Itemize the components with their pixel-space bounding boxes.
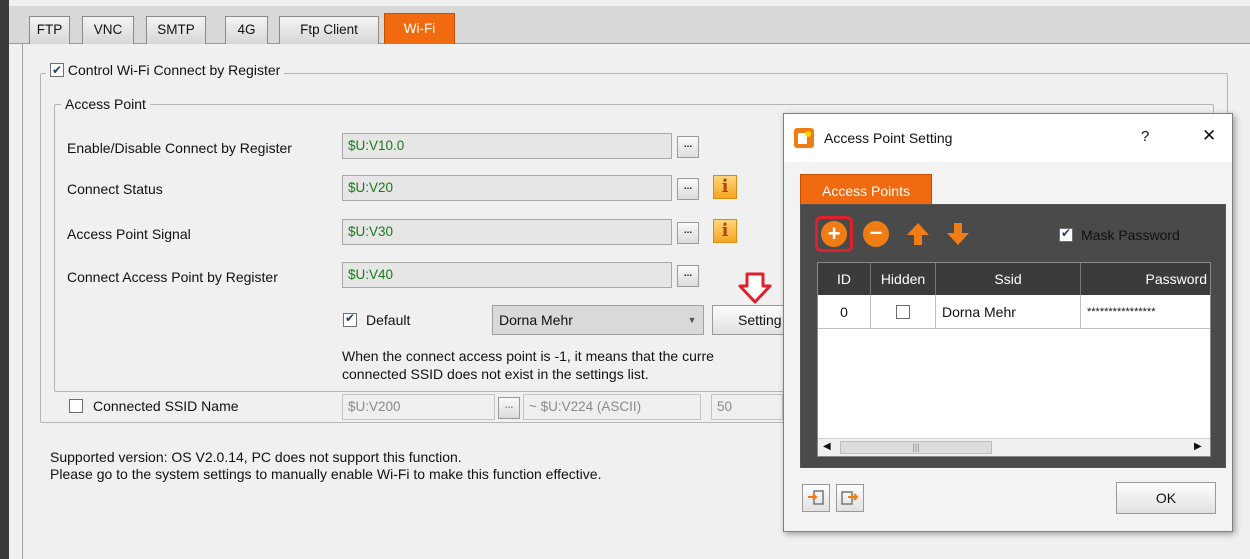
- connected-ssid-length[interactable]: 50: [711, 394, 783, 420]
- col-header-hidden[interactable]: Hidden: [871, 263, 936, 295]
- connect-status-field[interactable]: $U:V20: [342, 175, 672, 201]
- scroll-right-icon[interactable]: ▶: [1194, 441, 1202, 452]
- note-line-1: When the connect access point is -1, it …: [342, 348, 714, 364]
- default-label: Default: [366, 312, 411, 328]
- cell-ssid[interactable]: Dorna Mehr: [936, 295, 1081, 329]
- ok-button[interactable]: OK: [1116, 482, 1216, 514]
- tab-4g[interactable]: 4G: [225, 16, 268, 44]
- chevron-down-icon: ▼: [687, 315, 697, 325]
- move-down-icon[interactable]: [945, 221, 971, 247]
- import-icon: [808, 490, 824, 505]
- tab-access-points[interactable]: Access Points: [800, 174, 932, 204]
- default-checkbox[interactable]: [343, 311, 357, 327]
- access-points-table: ID Hidden Ssid Password 0 Dorna Mehr ***…: [817, 262, 1211, 457]
- import-button[interactable]: [802, 484, 830, 512]
- help-button[interactable]: ?: [1141, 128, 1149, 146]
- connected-ssid-field[interactable]: $U:V200: [342, 394, 495, 420]
- connect-status-label: Connect Status: [67, 181, 163, 197]
- access-point-signal-label: Access Point Signal: [67, 226, 191, 242]
- tab-smtp[interactable]: SMTP: [146, 16, 206, 44]
- export-icon: [841, 491, 859, 505]
- col-header-password[interactable]: Password: [1081, 263, 1210, 295]
- mask-password-label: Mask Password: [1081, 227, 1180, 243]
- connected-ssid-checkbox[interactable]: [69, 399, 83, 413]
- mask-password-checkbox[interactable]: [1059, 226, 1073, 242]
- enable-connect-browse-button[interactable]: ...: [677, 136, 699, 158]
- setting-button[interactable]: Setting: [712, 305, 784, 335]
- access-point-signal-info-icon[interactable]: i: [713, 219, 737, 243]
- connect-ap-register-browse-button[interactable]: ...: [677, 265, 699, 287]
- access-point-signal-browse-button[interactable]: ...: [677, 222, 699, 244]
- default-ap-select[interactable]: Dorna Mehr ▼: [492, 305, 704, 335]
- move-up-icon[interactable]: [905, 221, 931, 247]
- connect-status-info-icon[interactable]: i: [713, 175, 737, 199]
- enable-connect-field[interactable]: $U:V10.0: [342, 133, 672, 159]
- footer-line-2: Please go to the system settings to manu…: [50, 466, 602, 482]
- cell-hidden[interactable]: [871, 295, 936, 329]
- tab-wifi[interactable]: Wi-Fi: [384, 13, 455, 44]
- default-ap-select-value: Dorna Mehr: [499, 312, 573, 328]
- scroll-thumb[interactable]: |||: [840, 441, 992, 454]
- connect-ap-register-label: Connect Access Point by Register: [67, 269, 278, 285]
- connected-ssid-range: ~ $U:V224 (ASCII): [523, 394, 701, 420]
- connect-status-browse-button[interactable]: ...: [677, 178, 699, 200]
- access-points-panel: + – Mask Password ID Hidden Ssid Passwor…: [800, 204, 1226, 468]
- close-button[interactable]: ✕: [1202, 127, 1216, 145]
- access-point-legend: Access Point: [61, 95, 150, 113]
- export-button[interactable]: [836, 484, 864, 512]
- footer-line-1: Supported version: OS V2.0.14, PC does n…: [50, 449, 462, 465]
- dialog-title-bar: Access Point Setting ? ✕: [784, 114, 1232, 162]
- hidden-checkbox[interactable]: [896, 305, 910, 319]
- cell-id[interactable]: 0: [818, 295, 871, 329]
- access-point-signal-field[interactable]: $U:V30: [342, 219, 672, 245]
- add-icon[interactable]: +: [821, 221, 847, 247]
- tab-vnc[interactable]: VNC: [82, 16, 134, 44]
- connected-ssid-browse-button[interactable]: ...: [498, 397, 520, 419]
- arrow-down-indicator-icon: [738, 272, 772, 304]
- col-header-ssid[interactable]: Ssid: [936, 263, 1081, 295]
- enable-connect-label: Enable/Disable Connect by Register: [67, 140, 292, 156]
- access-point-setting-dialog: Access Point Setting ? ✕ Access Points +…: [783, 113, 1233, 532]
- cell-password[interactable]: ****************: [1081, 295, 1210, 329]
- tab-ftp[interactable]: FTP: [29, 16, 70, 44]
- col-header-id[interactable]: ID: [818, 263, 871, 295]
- scroll-left-icon[interactable]: ◀: [823, 441, 831, 452]
- note-line-2: connected SSID does not exist in the set…: [342, 366, 649, 382]
- app-icon: [794, 128, 814, 148]
- control-wifi-checkbox[interactable]: [50, 61, 64, 79]
- connected-ssid-label: Connected SSID Name: [93, 398, 239, 414]
- tab-ftp-client[interactable]: Ftp Client: [279, 16, 379, 44]
- control-wifi-label: Control Wi-Fi Connect by Register: [67, 62, 281, 78]
- horizontal-scrollbar[interactable]: ◀ ||| ▶: [818, 438, 1210, 456]
- control-group-legend: Control Wi-Fi Connect by Register: [46, 61, 285, 79]
- dialog-title: Access Point Setting: [824, 130, 953, 146]
- remove-icon[interactable]: –: [863, 221, 889, 247]
- connect-ap-register-field[interactable]: $U:V40: [342, 262, 672, 288]
